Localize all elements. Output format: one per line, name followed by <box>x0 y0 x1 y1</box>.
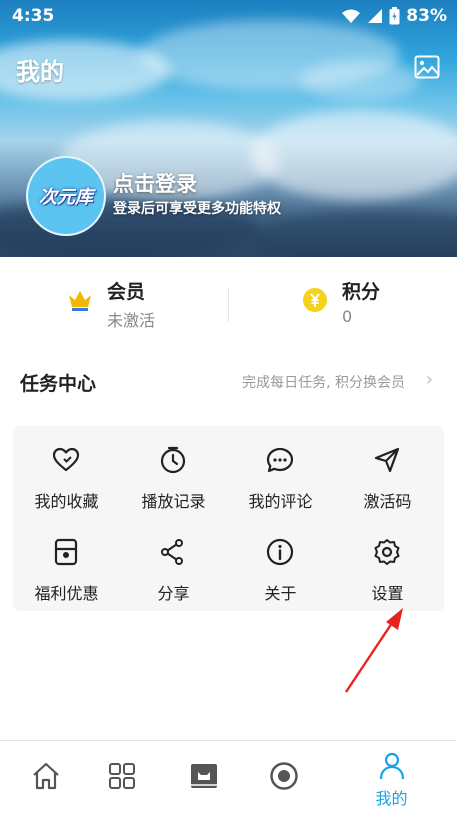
nav-profile-label: 我的 <box>375 789 408 808</box>
about-button[interactable]: 关于 <box>227 524 334 604</box>
profile-header: 4:35 83% 我的 次元库 点击登录 登录后可享受更多功能特权 <box>0 0 457 257</box>
cloud-decoration <box>250 110 457 200</box>
comments-button[interactable]: 我的评论 <box>227 432 334 512</box>
task-center-title[interactable]: 任务中心 <box>20 369 96 396</box>
points-label: 积分 <box>342 281 381 303</box>
signal-icon <box>342 9 361 23</box>
comment-icon <box>266 447 294 473</box>
bottom-nav: 我的 <box>0 740 457 813</box>
battery-percent: 83% <box>406 6 447 26</box>
share-icon <box>161 539 183 565</box>
favorites-label: 我的收藏 <box>34 492 99 511</box>
nav-profile[interactable]: 我的 <box>346 741 437 813</box>
feature-grid: 我的收藏 播放记录 我的评论 激活码 福利优惠 分享 关于 设置 <box>13 426 444 611</box>
avatar-logo-text: 次元库 <box>39 187 93 208</box>
info-icon <box>266 538 294 566</box>
page-title: 我的 <box>16 58 64 86</box>
wallpaper-icon[interactable] <box>414 55 440 79</box>
library-icon <box>191 764 217 788</box>
settings-label: 设置 <box>371 584 404 603</box>
task-center-hint[interactable]: 完成每日任务, 积分换会员 <box>242 372 405 392</box>
favorites-button[interactable]: 我的收藏 <box>13 432 120 512</box>
status-bar: 4:35 83% <box>0 0 457 32</box>
nav-category[interactable] <box>76 741 167 813</box>
about-label: 关于 <box>264 584 297 603</box>
status-time: 4:35 <box>12 6 55 26</box>
battery-icon <box>389 7 400 25</box>
cloud-decoration <box>250 210 457 257</box>
status-indicators: 83% <box>341 6 447 26</box>
member-label: 会员 <box>107 281 146 303</box>
grid-icon <box>109 763 135 789</box>
cellular-icon <box>368 9 383 23</box>
activation-code-label: 激活码 <box>363 492 412 511</box>
login-subtitle: 登录后可享受更多功能特权 <box>113 201 281 217</box>
history-label: 播放记录 <box>141 492 206 511</box>
avatar[interactable]: 次元库 <box>26 156 106 236</box>
record-icon <box>270 762 298 790</box>
member-value: 未激活 <box>107 311 156 330</box>
crown-icon <box>69 291 91 311</box>
share-label: 分享 <box>157 584 190 603</box>
chevron-right-icon[interactable]: › <box>426 369 433 390</box>
share-button[interactable]: 分享 <box>120 524 227 604</box>
settings-icon <box>374 539 400 565</box>
history-button[interactable]: 播放记录 <box>120 432 227 512</box>
stats-divider <box>228 288 229 322</box>
timer-icon <box>160 446 186 474</box>
login-title[interactable]: 点击登录 <box>113 168 197 198</box>
activation-code-button[interactable]: 激活码 <box>334 432 441 512</box>
points-value: 0 <box>342 307 353 326</box>
home-icon <box>33 762 59 790</box>
cloud-decoration <box>300 60 420 100</box>
heart-icon <box>52 447 80 472</box>
annotation-arrow-icon <box>345 608 403 693</box>
send-icon <box>374 447 400 473</box>
coin-icon <box>303 288 327 312</box>
member-status[interactable]: 会员 未激活 <box>67 277 197 331</box>
deals-button[interactable]: 福利优惠 <box>13 524 120 604</box>
comments-label: 我的评论 <box>248 492 313 511</box>
nav-record[interactable] <box>238 741 329 813</box>
profile-icon <box>379 752 405 780</box>
points-status[interactable]: 积分 0 <box>302 277 422 331</box>
settings-button[interactable]: 设置 <box>334 524 441 604</box>
coupon-icon <box>54 538 78 566</box>
deals-label: 福利优惠 <box>34 584 99 603</box>
nav-library[interactable] <box>158 741 249 813</box>
